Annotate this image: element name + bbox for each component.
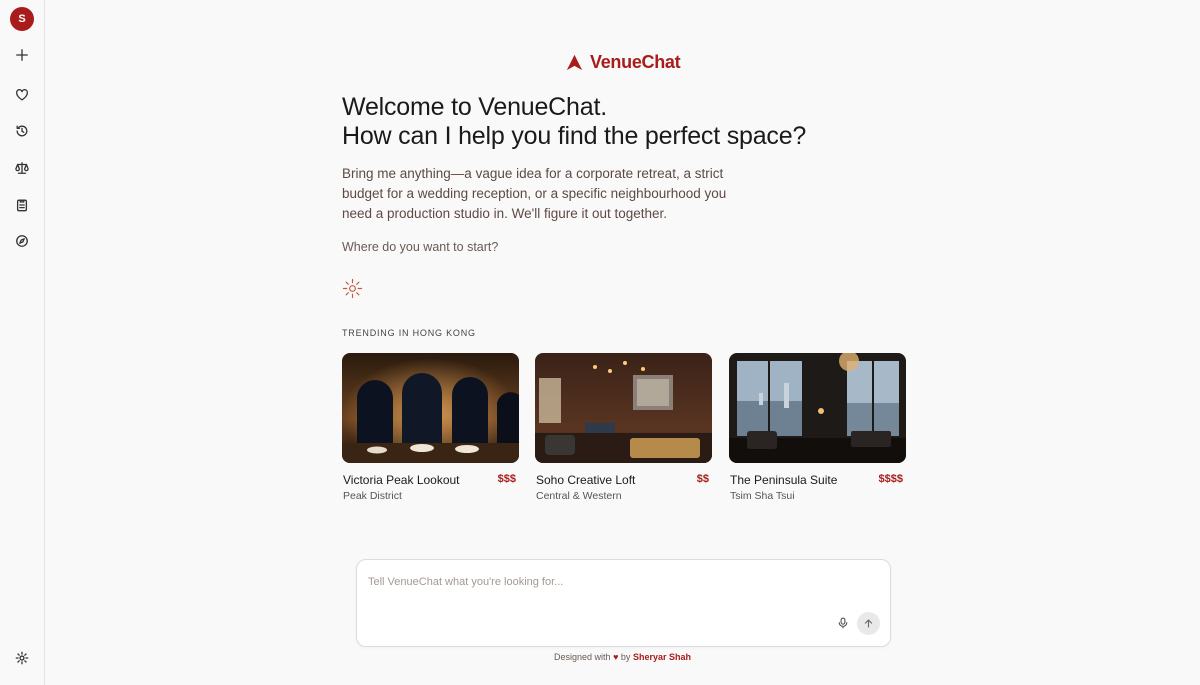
venue-area: Tsim Sha Tsui — [730, 490, 795, 502]
chat-input[interactable] — [368, 572, 828, 592]
heart-icon[interactable] — [13, 86, 31, 104]
loading-spinner-icon — [342, 278, 363, 299]
arrow-up-icon — [864, 619, 873, 628]
headline-line-1: Welcome to VenueChat. — [342, 93, 607, 121]
page-title: Welcome to VenueChat. How can I help you… — [342, 93, 902, 151]
intro-text: Bring me anything—a vague idea for a cor… — [342, 166, 727, 221]
venue-name: Victoria Peak Lookout — [343, 473, 460, 487]
venue-image — [535, 353, 712, 463]
compass-icon[interactable] — [13, 232, 31, 250]
footer-by: by — [620, 652, 631, 662]
venue-price: $$$$ — [878, 473, 903, 485]
venue-image — [729, 353, 906, 463]
venue-card[interactable]: Victoria Peak Lookout $$$ Peak District — [342, 353, 519, 502]
headline-line-2: How can I help you find the perfect spac… — [342, 122, 807, 150]
venue-price: $$$ — [497, 473, 516, 485]
author-link[interactable]: Sheryar Shah — [633, 652, 691, 662]
send-button[interactable] — [857, 612, 880, 635]
heart-glyph: ♥ — [613, 652, 619, 662]
venue-name: The Peninsula Suite — [730, 473, 838, 487]
microphone-icon[interactable] — [835, 615, 851, 631]
venue-area: Central & Western — [536, 490, 622, 502]
user-avatar[interactable]: S — [10, 7, 34, 31]
venue-card[interactable]: The Peninsula Suite $$$$ Tsim Sha Tsui — [729, 353, 906, 502]
brand-logo: VenueChat — [566, 51, 681, 72]
section-label: TRENDING IN HONG KONG — [342, 328, 476, 338]
brand-name: VenueChat — [590, 51, 681, 72]
scale-icon[interactable] — [13, 159, 31, 177]
footer: Designed with ♥ by Sheryar Shah — [0, 652, 1200, 662]
clipboard-icon[interactable] — [13, 196, 31, 214]
start-question: Where do you want to start? — [342, 240, 499, 254]
venue-name: Soho Creative Loft — [536, 473, 636, 487]
history-icon[interactable] — [13, 122, 31, 140]
chat-composer — [356, 559, 891, 647]
venue-price: $$ — [696, 473, 709, 485]
brand-arrow-icon — [566, 54, 583, 70]
plus-icon[interactable] — [13, 46, 31, 64]
sidebar: S — [0, 0, 45, 685]
venue-image — [342, 353, 519, 463]
footer-prefix: Designed with — [554, 652, 611, 662]
venue-area: Peak District — [343, 490, 402, 502]
venue-card[interactable]: Soho Creative Loft $$ Central & Western — [535, 353, 712, 502]
